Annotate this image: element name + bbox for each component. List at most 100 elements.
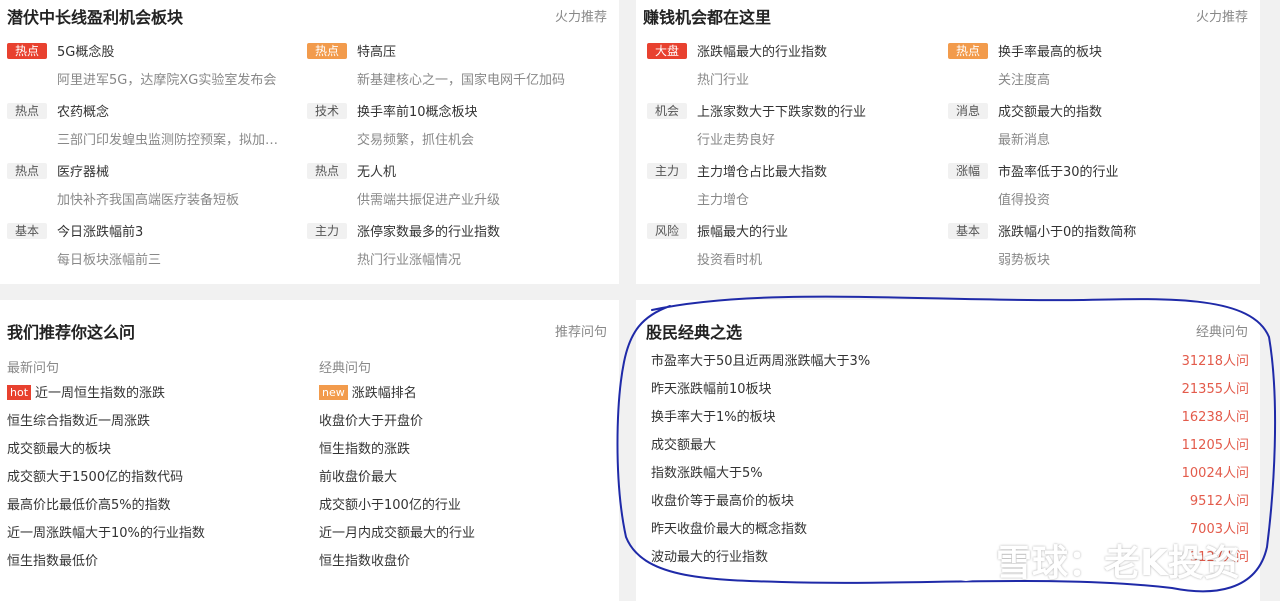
question-link[interactable]: hot 近一周恒生指数的涨跌 xyxy=(7,384,205,412)
list-item[interactable]: 指数涨跌幅大于5% 10024人问 xyxy=(651,464,1249,492)
panel-title: 我们推荐你这么问 xyxy=(7,323,136,342)
list-item[interactable]: 换手率大于1%的板块 16238人问 xyxy=(651,408,1249,436)
question-link[interactable]: 恒生指数收盘价 xyxy=(319,552,475,580)
tag-badge: 基本 xyxy=(948,223,988,239)
question-text[interactable]: 近一周恒生指数的涨跌 xyxy=(35,386,165,401)
item-title[interactable]: 成交额最大的指数 xyxy=(998,101,1102,120)
tag-badge: 热点 xyxy=(948,43,988,59)
recommend-item[interactable]: 消息 成交额最大的指数 最新消息 xyxy=(948,101,1248,153)
item-subtitle: 每日板块涨幅前三 xyxy=(57,253,162,268)
item-subtitle: 阿里进军5G，达摩院XG实验室发布会 xyxy=(57,73,277,88)
list-item[interactable]: 收盘价等于最高价的板块 9512人问 xyxy=(651,492,1249,520)
question-text[interactable]: 成交额最大 xyxy=(651,438,716,453)
panel-more-link[interactable]: 火力推荐 xyxy=(1196,6,1248,25)
panel-more-link[interactable]: 经典问句 xyxy=(1196,321,1248,340)
question-link[interactable]: 恒生指数的涨跌 xyxy=(319,440,475,468)
item-title[interactable]: 涨跌幅小于0的指数简称 xyxy=(998,221,1136,240)
panel-more-link[interactable]: 火力推荐 xyxy=(555,6,607,25)
recommend-item[interactable]: 热点 特高压 新基建核心之一，国家电网千亿加码 xyxy=(307,41,607,93)
tag-badge: 技术 xyxy=(307,103,347,119)
panel-money-opportunities: 赚钱机会都在这里 火力推荐 大盘 涨跌幅最大的行业指数 热门行业 热点 换手率最… xyxy=(636,0,1260,284)
recommend-item[interactable]: 涨幅 市盈率低于30的行业 值得投资 xyxy=(948,161,1248,213)
question-link[interactable]: 成交额最大的板块 xyxy=(7,440,205,468)
question-text[interactable]: 换手率大于1%的板块 xyxy=(651,410,776,425)
ask-count: 31218人问 xyxy=(1181,354,1249,369)
panel-long-term-opportunities: 潜伏中长线盈利机会板块 火力推荐 热点 5G概念股 阿里进军5G，达摩院XG实验… xyxy=(0,0,619,284)
panel-more-link[interactable]: 推荐问句 xyxy=(555,321,607,340)
recommend-item[interactable]: 热点 5G概念股 阿里进军5G，达摩院XG实验室发布会 xyxy=(7,41,307,93)
question-link[interactable]: 收盘价大于开盘价 xyxy=(319,412,475,440)
panel-title: 潜伏中长线盈利机会板块 xyxy=(7,8,184,27)
question-text[interactable]: 涨跌幅排名 xyxy=(352,386,417,401)
recommend-item[interactable]: 大盘 涨跌幅最大的行业指数 热门行业 xyxy=(647,41,947,93)
latest-questions-heading: 最新问句 xyxy=(7,361,60,376)
item-title[interactable]: 主力增仓占比最大指数 xyxy=(697,161,827,180)
panel-recommended-questions: 我们推荐你这么问 推荐问句 最新问句 经典问句 hot 近一周恒生指数的涨跌 恒生… xyxy=(0,300,619,601)
question-link[interactable]: 近一月内成交额最大的行业 xyxy=(319,524,475,552)
list-item[interactable]: 成交额最大 11205人问 xyxy=(651,436,1249,464)
panel-classic-picks: 股民经典之选 经典问句 市盈率大于50且近两周涨跌幅大于3% 31218人问 昨天… xyxy=(636,300,1260,601)
question-link[interactable]: 近一周涨跌幅大于10%的行业指数 xyxy=(7,524,205,552)
item-subtitle: 投资看时机 xyxy=(697,253,763,268)
hot-badge: hot xyxy=(7,385,32,400)
question-link[interactable]: 成交额小于100亿的行业 xyxy=(319,496,475,524)
question-link[interactable]: 恒生指数最低价 xyxy=(7,552,205,580)
item-title[interactable]: 医疗器械 xyxy=(57,161,109,180)
item-title[interactable]: 换手率前10概念板块 xyxy=(357,101,478,120)
item-title[interactable]: 今日涨跌幅前3 xyxy=(57,221,143,240)
new-badge: new xyxy=(319,385,348,400)
item-title[interactable]: 特高压 xyxy=(357,41,396,60)
item-subtitle: 热门行业涨幅情况 xyxy=(357,253,462,268)
item-title[interactable]: 农药概念 xyxy=(57,101,109,120)
recommend-item[interactable]: 主力 涨停家数最多的行业指数 热门行业涨幅情况 xyxy=(307,221,607,273)
question-text[interactable]: 收盘价等于最高价的板块 xyxy=(651,494,794,509)
item-title[interactable]: 振幅最大的行业 xyxy=(697,221,788,240)
recommend-item[interactable]: 热点 换手率最高的板块 关注度高 xyxy=(948,41,1248,93)
tag-badge: 基本 xyxy=(7,223,47,239)
recommend-item[interactable]: 热点 无人机 供需端共振促进产业升级 xyxy=(307,161,607,213)
item-title[interactable]: 5G概念股 xyxy=(57,41,114,60)
tag-badge: 大盘 xyxy=(647,43,687,59)
list-item[interactable]: 市盈率大于50且近两周涨跌幅大于3% 31218人问 xyxy=(651,352,1249,380)
question-text[interactable]: 指数涨跌幅大于5% xyxy=(651,466,763,481)
list-item[interactable]: 昨天涨跌幅前10板块 21355人问 xyxy=(651,380,1249,408)
tag-badge: 主力 xyxy=(647,163,687,179)
tag-badge: 热点 xyxy=(7,43,47,59)
recommend-item[interactable]: 热点 农药概念 三部门印发蝗虫监测防控预案，拟加强防控 xyxy=(7,101,307,153)
recommend-item[interactable]: 技术 换手率前10概念板块 交易频繁，抓住机会 xyxy=(307,101,607,153)
item-title[interactable]: 涨跌幅最大的行业指数 xyxy=(697,41,827,60)
classic-questions-heading: 经典问句 xyxy=(319,361,372,376)
question-link[interactable]: 最高价比最低价高5%的指数 xyxy=(7,496,205,524)
item-title[interactable]: 上涨家数大于下跌家数的行业 xyxy=(697,101,866,120)
item-title[interactable]: 换手率最高的板块 xyxy=(998,41,1102,60)
item-subtitle: 三部门印发蝗虫监测防控预案，拟加强防控 xyxy=(57,133,287,148)
question-text[interactable]: 波动最大的行业指数 xyxy=(651,550,768,565)
question-link[interactable]: 成交额大于1500亿的指数代码 xyxy=(7,468,205,496)
item-title[interactable]: 涨停家数最多的行业指数 xyxy=(357,221,500,240)
question-link[interactable]: new 涨跌幅排名 xyxy=(319,384,475,412)
question-text[interactable]: 市盈率大于50且近两周涨跌幅大于3% xyxy=(651,354,870,369)
ask-count: 3127人问 xyxy=(1189,550,1249,565)
question-link[interactable]: 恒生综合指数近一周涨跌 xyxy=(7,412,205,440)
recommend-item[interactable]: 机会 上涨家数大于下跌家数的行业 行业走势良好 xyxy=(647,101,947,153)
item-subtitle: 加快补齐我国高端医疗装备短板 xyxy=(57,193,240,208)
classic-questions-list: new 涨跌幅排名 收盘价大于开盘价 恒生指数的涨跌 前收盘价最大 成交额小于10… xyxy=(319,384,475,580)
list-item[interactable]: 波动最大的行业指数 3127人问 xyxy=(651,548,1249,576)
recommend-item[interactable]: 主力 主力增仓占比最大指数 主力增仓 xyxy=(647,161,947,213)
item-title[interactable]: 无人机 xyxy=(357,161,396,180)
recommend-item[interactable]: 基本 今日涨跌幅前3 每日板块涨幅前三 xyxy=(7,221,307,273)
list-item[interactable]: 昨天收盘价最大的概念指数 7003人问 xyxy=(651,520,1249,548)
question-text[interactable]: 昨天收盘价最大的概念指数 xyxy=(651,522,807,537)
question-link[interactable]: 前收盘价最大 xyxy=(319,468,475,496)
tag-badge: 主力 xyxy=(307,223,347,239)
recommend-item[interactable]: 风险 振幅最大的行业 投资看时机 xyxy=(647,221,947,273)
ask-count: 11205人问 xyxy=(1181,438,1249,453)
recommend-item[interactable]: 热点 医疗器械 加快补齐我国高端医疗装备短板 xyxy=(7,161,307,213)
tag-badge: 热点 xyxy=(307,163,347,179)
item-subtitle: 热门行业 xyxy=(697,73,750,88)
recommend-item[interactable]: 基本 涨跌幅小于0的指数简称 弱势板块 xyxy=(948,221,1248,273)
tag-badge: 热点 xyxy=(307,43,347,59)
ask-count: 9512人问 xyxy=(1189,494,1249,509)
question-text[interactable]: 昨天涨跌幅前10板块 xyxy=(651,382,772,397)
item-title[interactable]: 市盈率低于30的行业 xyxy=(998,161,1119,180)
